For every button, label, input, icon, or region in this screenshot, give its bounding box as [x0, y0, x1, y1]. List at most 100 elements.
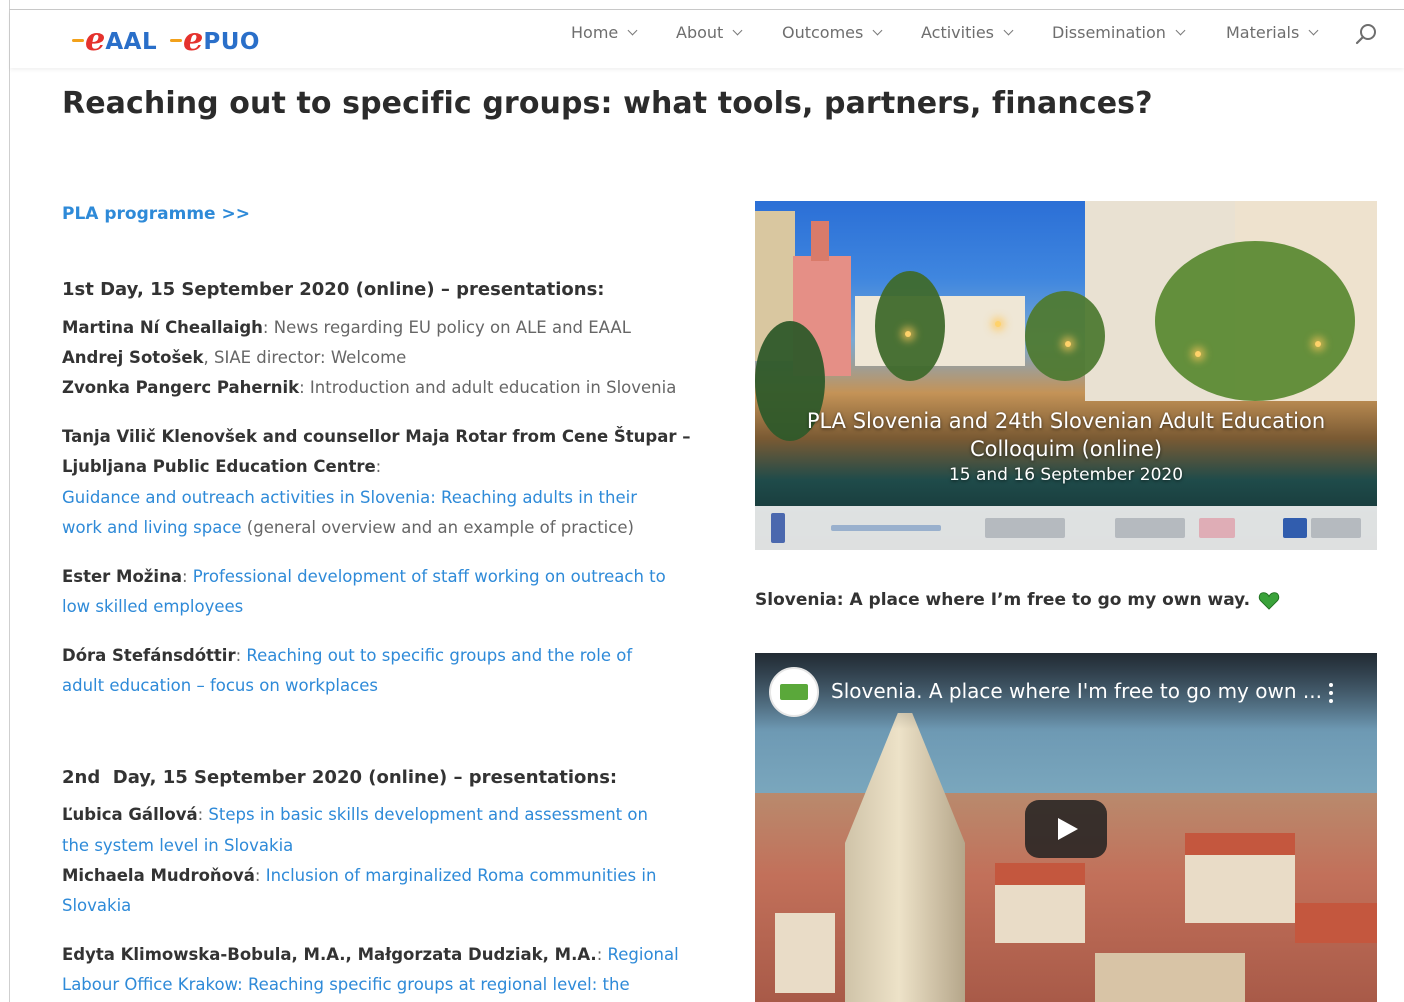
presentation-text: (general overview and an example of prac…: [241, 518, 634, 537]
nav-label: Outcomes: [782, 23, 864, 42]
presentation-text: , SIAE director: Welcome: [203, 348, 407, 367]
presentation-item: Ľubica Gállová: Steps in basic skills de…: [62, 800, 648, 830]
logo-dash: [170, 39, 182, 42]
search-icon[interactable]: [1354, 22, 1378, 46]
kebab-dot: [1329, 683, 1333, 687]
youtube-video-embed[interactable]: Slovenia. A place where I'm free to go m…: [755, 653, 1377, 1002]
logo-text: PUO: [203, 29, 260, 55]
ministry-logo: [1115, 518, 1185, 538]
banner-dates: 15 and 16 September 2020: [948, 465, 1184, 485]
presenter-name: Ľubica Gállová: [62, 805, 198, 824]
presentation-item: Tanja Vilič Klenovšek and counsellor Maj…: [62, 422, 691, 452]
nav-activities[interactable]: Activities: [921, 23, 1014, 42]
thumbnail-roof: [995, 863, 1085, 885]
presenter-organisation: Ljubljana Public Education Centre: [62, 457, 376, 476]
kebab-dot: [1329, 691, 1333, 695]
presentation-item: Ljubljana Public Education Centre:: [62, 452, 381, 482]
presentation-item: Dóra Stefánsdóttir: Reaching out to spec…: [62, 641, 632, 671]
presentation-link[interactable]: Guidance and outreach activities in Slov…: [62, 488, 637, 507]
nav-label: Activities: [921, 23, 994, 42]
presentation-link-line: Guidance and outreach activities in Slov…: [62, 483, 637, 513]
chevron-down-icon: [627, 25, 638, 36]
presentation-item: Edyta Klimowska-Bobula, M.A., Małgorzata…: [62, 940, 679, 970]
presentation-link[interactable]: Regional: [608, 945, 679, 964]
presentation-item: Andrej Sotošek, SIAE director: Welcome: [62, 343, 406, 373]
banner-light: [1195, 351, 1201, 357]
kebab-menu-icon[interactable]: [1321, 681, 1341, 705]
presenter-name: Dóra Stefánsdóttir: [62, 646, 236, 665]
chevron-down-icon: [872, 25, 883, 36]
banner-light: [995, 321, 1001, 327]
presentation-link[interactable]: low skilled employees: [62, 597, 243, 616]
banner-title-line1: PLA Slovenia and 24th Slovenian Adult Ed…: [806, 409, 1326, 433]
banner-tree: [875, 271, 945, 381]
presentation-text: : News regarding EU policy on ALE and EA…: [262, 318, 631, 337]
logo-dash: [72, 39, 84, 42]
thumbnail-house: [995, 883, 1085, 943]
presenter-name: Andrej Sotošek: [62, 348, 204, 367]
presentation-item: Michaela Mudroňová: Inclusion of margina…: [62, 861, 656, 891]
presentation-link[interactable]: Steps in basic skills development and as…: [208, 805, 648, 824]
video-title[interactable]: Slovenia. A place where I'm free to go m…: [831, 679, 1322, 703]
presentation-link[interactable]: the system level in Slovakia: [62, 836, 293, 855]
chevron-down-icon: [1175, 25, 1186, 36]
presenter-name: Zvonka Pangerc Pahernik: [62, 378, 300, 397]
nav-label: Dissemination: [1052, 23, 1166, 42]
presenter-name: Tanja Vilič Klenovšek and counsellor Maj…: [62, 427, 691, 446]
thumbnail-house: [775, 913, 835, 993]
site-header: e AAL e PUO Home About Outcomes Activiti…: [10, 10, 1404, 68]
play-icon[interactable]: [1025, 800, 1107, 858]
presenter-name: Ester Možina: [62, 567, 182, 586]
colon: :: [235, 646, 247, 665]
presentation-link-line: the system level in Slovakia: [62, 831, 293, 861]
presentation-link[interactable]: Reaching out to specific groups and the …: [246, 646, 632, 665]
siae-logo: [831, 525, 941, 531]
presentation-link-line: work and living space (general overview …: [62, 513, 634, 543]
eu-programme-logo: [1311, 518, 1361, 538]
window-border-left: [9, 0, 10, 1002]
caption-text: Slovenia: A place where I’m free to go m…: [755, 590, 1251, 610]
eaal-logo[interactable]: e AAL: [72, 18, 158, 58]
day2-heading: 2nd Day, 15 September 2020 (online) – pr…: [62, 767, 618, 788]
pla-slovenia-banner-image: PLA Slovenia and 24th Slovenian Adult Ed…: [755, 201, 1377, 550]
chevron-down-icon: [732, 25, 743, 36]
banner-sponsor-strip: [755, 506, 1377, 550]
presentation-link[interactable]: Inclusion of marginalized Roma communiti…: [266, 866, 657, 885]
presentation-link-line: adult education – focus on workplaces: [62, 671, 378, 701]
presentation-link[interactable]: work and living space: [62, 518, 242, 537]
thumbnail-roof: [1295, 903, 1377, 943]
nav-outcomes[interactable]: Outcomes: [782, 23, 883, 42]
nav-home[interactable]: Home: [571, 23, 638, 42]
nav-label: Home: [571, 23, 619, 42]
presentation-link[interactable]: Professional development of staff workin…: [193, 567, 666, 586]
presentation-link-line: Labour Office Krakow: Reaching specific …: [62, 970, 630, 1000]
llw-logo: [771, 513, 785, 543]
kebab-dot: [1329, 699, 1333, 703]
nav-dissemination[interactable]: Dissemination: [1052, 23, 1186, 42]
channel-avatar[interactable]: [769, 667, 819, 717]
thumbnail-house: [1185, 853, 1295, 923]
nav-about[interactable]: About: [676, 23, 743, 42]
banner-church-tower: [811, 221, 829, 261]
presentation-link[interactable]: Labour Office Krakow: Reaching specific …: [62, 975, 630, 994]
epuo-logo[interactable]: e PUO: [170, 18, 260, 58]
colon: :: [596, 945, 608, 964]
video-caption: Slovenia: A place where I’m free to go m…: [755, 590, 1280, 610]
banner-light: [1065, 341, 1071, 347]
logo-text: AAL: [105, 29, 158, 55]
ministry-logo: [985, 518, 1065, 538]
logo-swash: e: [85, 20, 106, 58]
banner-light: [905, 331, 911, 337]
pla-programme-link[interactable]: PLA programme >>: [62, 204, 250, 224]
presenter-name: Martina Ní Cheallaigh: [62, 318, 263, 337]
window-border-top: [9, 9, 1404, 10]
logo-swash: e: [183, 20, 204, 58]
presenter-name: Edyta Klimowska-Bobula, M.A., Małgorzata…: [62, 945, 597, 964]
thumbnail-roof: [1185, 833, 1295, 855]
chevron-down-icon: [1003, 25, 1014, 36]
presentation-link-line: low skilled employees: [62, 592, 243, 622]
presentation-link[interactable]: Slovakia: [62, 896, 131, 915]
presentation-link[interactable]: adult education – focus on workplaces: [62, 676, 378, 695]
nav-materials[interactable]: Materials: [1226, 23, 1319, 42]
presentation-item: Zvonka Pangerc Pahernik: Introduction an…: [62, 373, 676, 403]
